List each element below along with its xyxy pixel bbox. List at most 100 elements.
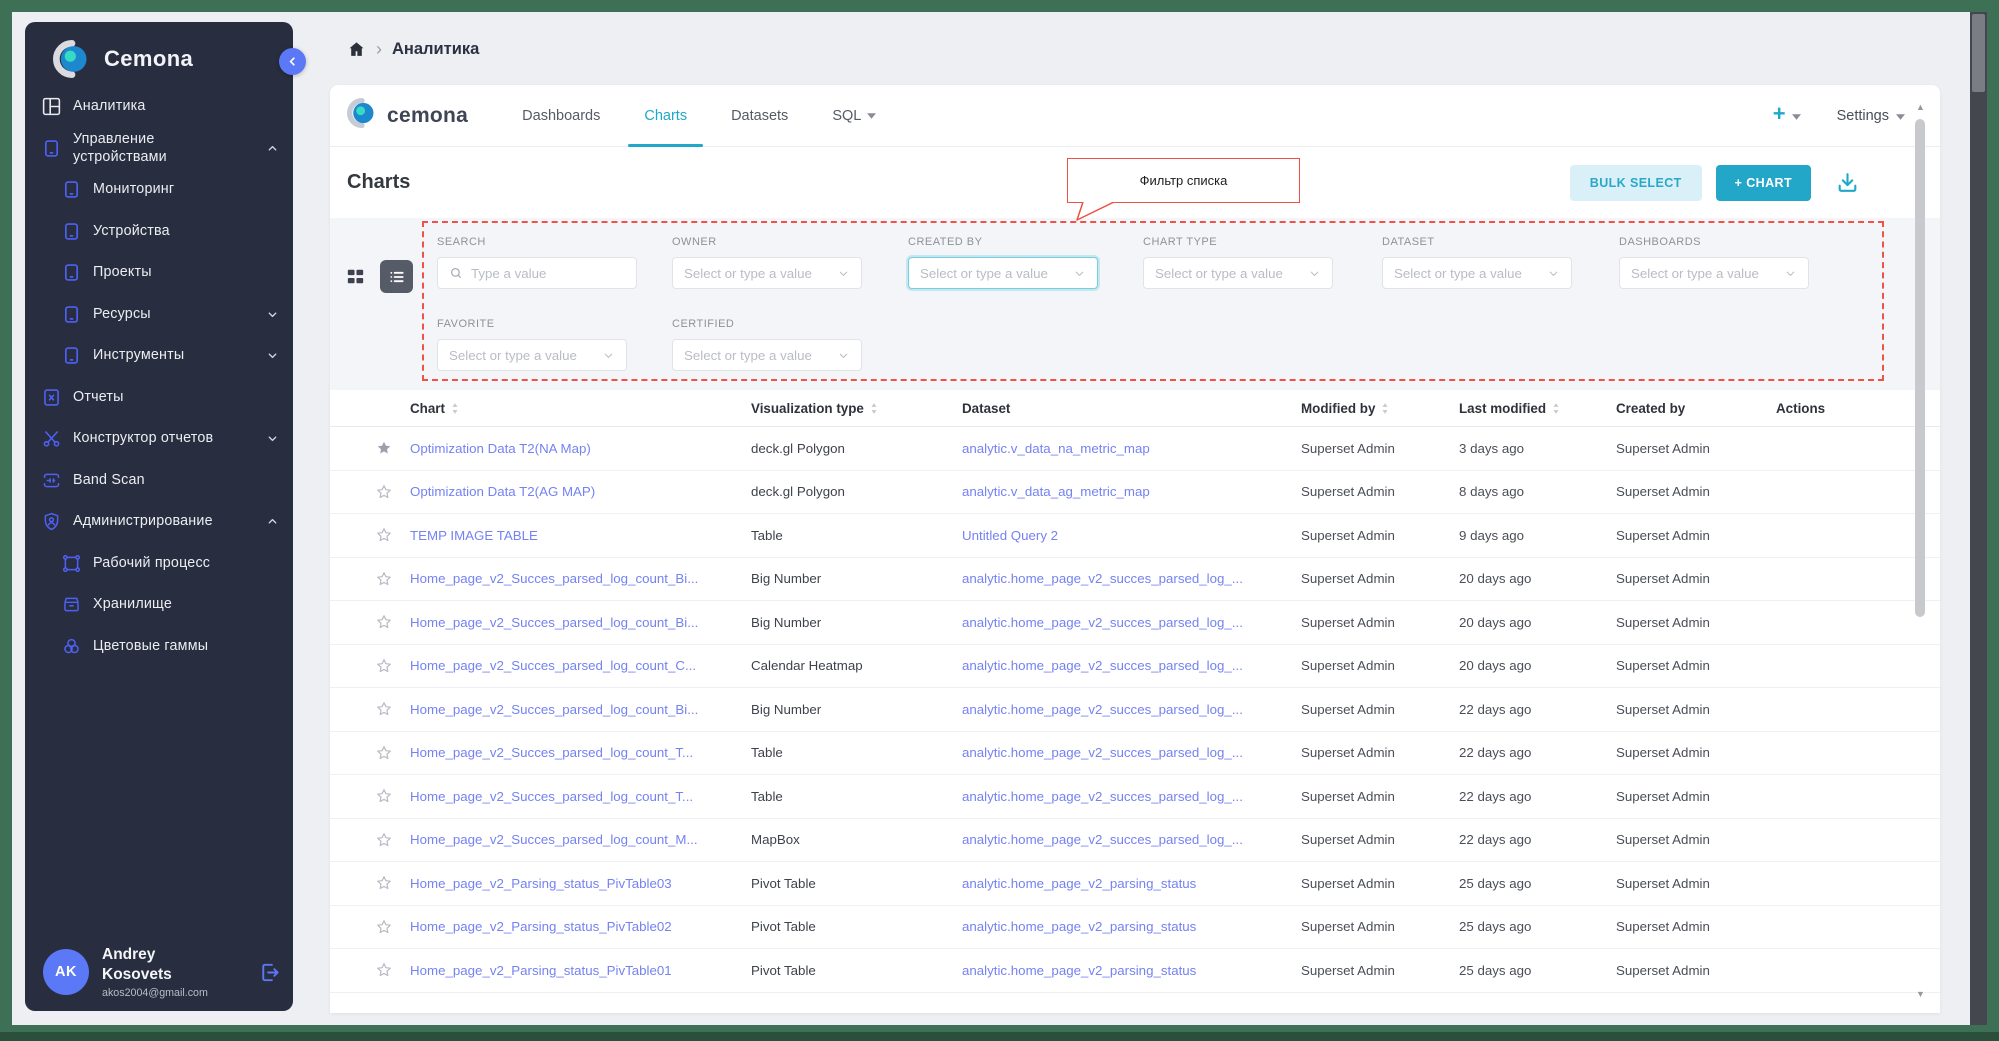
chart-name-link[interactable]: Home_page_v2_Succes_parsed_log_count_M..… xyxy=(410,832,698,847)
dataset-link[interactable]: analytic.home_page_v2_parsing_status xyxy=(962,963,1196,978)
sidebar-item-storage[interactable]: Хранилище xyxy=(25,584,293,626)
content-scrollbar[interactable]: ▲ ▼ xyxy=(1915,103,1926,1001)
browser-scrollbar[interactable] xyxy=(1970,12,1987,1025)
scroll-down-icon[interactable]: ▼ xyxy=(1915,990,1926,999)
logout-icon[interactable] xyxy=(258,961,281,984)
favorite-star-icon[interactable] xyxy=(375,613,393,631)
home-icon[interactable] xyxy=(347,40,366,59)
admin-shield-icon xyxy=(40,511,62,533)
chart-name-link[interactable]: Home_page_v2_Succes_parsed_log_count_T..… xyxy=(410,789,693,804)
sidebar-item-device-management[interactable]: Управление устройствами xyxy=(25,128,293,170)
chart-name-link[interactable]: Optimization Data T2(AG MAP) xyxy=(410,484,595,499)
download-icon[interactable] xyxy=(1835,170,1860,195)
favorite-star-icon[interactable] xyxy=(375,787,393,805)
dataset-link[interactable]: analytic.home_page_v2_parsing_status xyxy=(962,876,1196,891)
sidebar-item-report-builder[interactable]: Конструктор отчетов xyxy=(25,418,293,460)
favorite-star-icon[interactable] xyxy=(375,570,393,588)
add-new-button[interactable]: + xyxy=(1773,106,1801,125)
sort-icon[interactable] xyxy=(451,402,459,415)
bulk-select-button[interactable]: BULK SELECT xyxy=(1570,165,1702,201)
dataset-link[interactable]: analytic.home_page_v2_succes_parsed_log_… xyxy=(962,571,1243,586)
favorite-star-icon[interactable] xyxy=(375,961,393,979)
chart-name-link[interactable]: Home_page_v2_Parsing_status_PivTable03 xyxy=(410,876,672,891)
sort-icon[interactable] xyxy=(1552,402,1560,415)
sidebar-item-analytics[interactable]: Аналитика xyxy=(25,86,293,128)
column-header-visualization-type[interactable]: Visualization type xyxy=(751,401,962,416)
created-by-cell: Superset Admin xyxy=(1616,702,1776,717)
tab-charts[interactable]: Charts xyxy=(642,85,689,146)
dataset-link[interactable]: analytic.home_page_v2_succes_parsed_log_… xyxy=(962,702,1243,717)
favorite-star-icon[interactable] xyxy=(375,700,393,718)
column-header-last-modified[interactable]: Last modified xyxy=(1459,401,1616,416)
grid-view-icon[interactable] xyxy=(344,265,367,288)
chart-name-link[interactable]: Optimization Data T2(NA Map) xyxy=(410,441,591,456)
sidebar-item-resources[interactable]: Ресурсы xyxy=(25,294,293,336)
select-input[interactable]: Select or type a value xyxy=(672,257,862,289)
add-chart-button[interactable]: + CHART xyxy=(1716,165,1811,201)
favorite-star-icon[interactable] xyxy=(375,439,393,457)
select-input[interactable]: Select or type a value xyxy=(1619,257,1809,289)
favorite-star-icon[interactable] xyxy=(375,657,393,675)
select-input[interactable]: Select or type a value xyxy=(1143,257,1333,289)
user-panel[interactable]: AK Andrey Kosovets akos2004@gmail.com xyxy=(43,945,281,999)
sidebar-collapse-button[interactable] xyxy=(279,48,306,75)
favorite-star-icon[interactable] xyxy=(375,918,393,936)
search-input[interactable]: Type a value xyxy=(437,257,637,289)
sidebar-item-workflow[interactable]: Рабочий процесс xyxy=(25,543,293,585)
dataset-link[interactable]: Untitled Query 2 xyxy=(962,528,1058,543)
sidebar-item-administration[interactable]: Администрирование xyxy=(25,501,293,543)
tab-sql[interactable]: SQL xyxy=(830,85,878,146)
sort-icon[interactable] xyxy=(1381,402,1389,415)
chart-name-link[interactable]: Home_page_v2_Succes_parsed_log_count_T..… xyxy=(410,745,693,760)
chart-name-link[interactable]: Home_page_v2_Succes_parsed_log_count_Bi.… xyxy=(410,615,698,630)
dataset-link[interactable]: analytic.home_page_v2_succes_parsed_log_… xyxy=(962,615,1243,630)
sidebar-item-monitoring[interactable]: Мониторинг xyxy=(25,169,293,211)
favorite-star-icon[interactable] xyxy=(375,526,393,544)
tab-datasets[interactable]: Datasets xyxy=(729,85,790,146)
dataset-link[interactable]: analytic.home_page_v2_parsing_status xyxy=(962,919,1196,934)
chart-name-link[interactable]: Home_page_v2_Parsing_status_PivTable02 xyxy=(410,919,672,934)
created-by-cell: Superset Admin xyxy=(1616,658,1776,673)
dataset-link[interactable]: analytic.home_page_v2_succes_parsed_log_… xyxy=(962,832,1243,847)
device-icon xyxy=(60,220,82,242)
select-input[interactable]: Select or type a value xyxy=(1382,257,1572,289)
sidebar-item-label: Цветовые гаммы xyxy=(93,637,208,656)
favorite-star-icon[interactable] xyxy=(375,831,393,849)
favorite-star-icon[interactable] xyxy=(375,483,393,501)
favorite-star-icon[interactable] xyxy=(375,874,393,892)
chart-name-link[interactable]: TEMP IMAGE TABLE xyxy=(410,528,538,543)
dataset-link[interactable]: analytic.v_data_na_metric_map xyxy=(962,441,1150,456)
favorite-star-icon[interactable] xyxy=(375,744,393,762)
chart-name-link[interactable]: Home_page_v2_Succes_parsed_log_count_C..… xyxy=(410,658,696,673)
sidebar-item-color-schemes[interactable]: Цветовые гаммы xyxy=(25,626,293,668)
dataset-link[interactable]: analytic.home_page_v2_succes_parsed_log_… xyxy=(962,658,1243,673)
tab-dashboards[interactable]: Dashboards xyxy=(520,85,602,146)
filter-label: SEARCH xyxy=(437,236,637,248)
sidebar-item-devices[interactable]: Устройства xyxy=(25,211,293,253)
dataset-link[interactable]: analytic.home_page_v2_succes_parsed_log_… xyxy=(962,745,1243,760)
sidebar-item-projects[interactable]: Проекты xyxy=(25,252,293,294)
sidebar-item-band-scan[interactable]: Band Scan xyxy=(25,460,293,502)
scroll-up-icon[interactable]: ▲ xyxy=(1915,103,1926,112)
column-header-chart[interactable]: Chart xyxy=(410,401,751,416)
list-view-icon[interactable] xyxy=(380,260,413,293)
modified-by-cell: Superset Admin xyxy=(1301,963,1459,978)
chart-name-link[interactable]: Home_page_v2_Parsing_status_PivTable01 xyxy=(410,963,672,978)
dataset-link[interactable]: analytic.v_data_ag_metric_map xyxy=(962,484,1150,499)
select-input[interactable]: Select or type a value xyxy=(437,339,627,371)
sidebar-item-reports[interactable]: Отчеты xyxy=(25,377,293,419)
browser-scrollbar-thumb[interactable] xyxy=(1972,14,1985,92)
palette-icon xyxy=(60,635,82,657)
sort-icon[interactable] xyxy=(870,402,878,415)
settings-menu[interactable]: Settings xyxy=(1837,108,1905,124)
select-input[interactable]: Select or type a value xyxy=(672,339,862,371)
select-input[interactable]: Select or type a value xyxy=(908,257,1098,289)
breadcrumb-section[interactable]: Аналитика xyxy=(392,40,479,59)
modified-by-cell: Superset Admin xyxy=(1301,615,1459,630)
sidebar-item-tools[interactable]: Инструменты xyxy=(25,335,293,377)
column-header-modified-by[interactable]: Modified by xyxy=(1301,401,1459,416)
scrollbar-thumb[interactable] xyxy=(1915,119,1925,617)
chart-name-link[interactable]: Home_page_v2_Succes_parsed_log_count_Bi.… xyxy=(410,702,698,717)
dataset-link[interactable]: analytic.home_page_v2_succes_parsed_log_… xyxy=(962,789,1243,804)
chart-name-link[interactable]: Home_page_v2_Succes_parsed_log_count_Bi.… xyxy=(410,571,698,586)
